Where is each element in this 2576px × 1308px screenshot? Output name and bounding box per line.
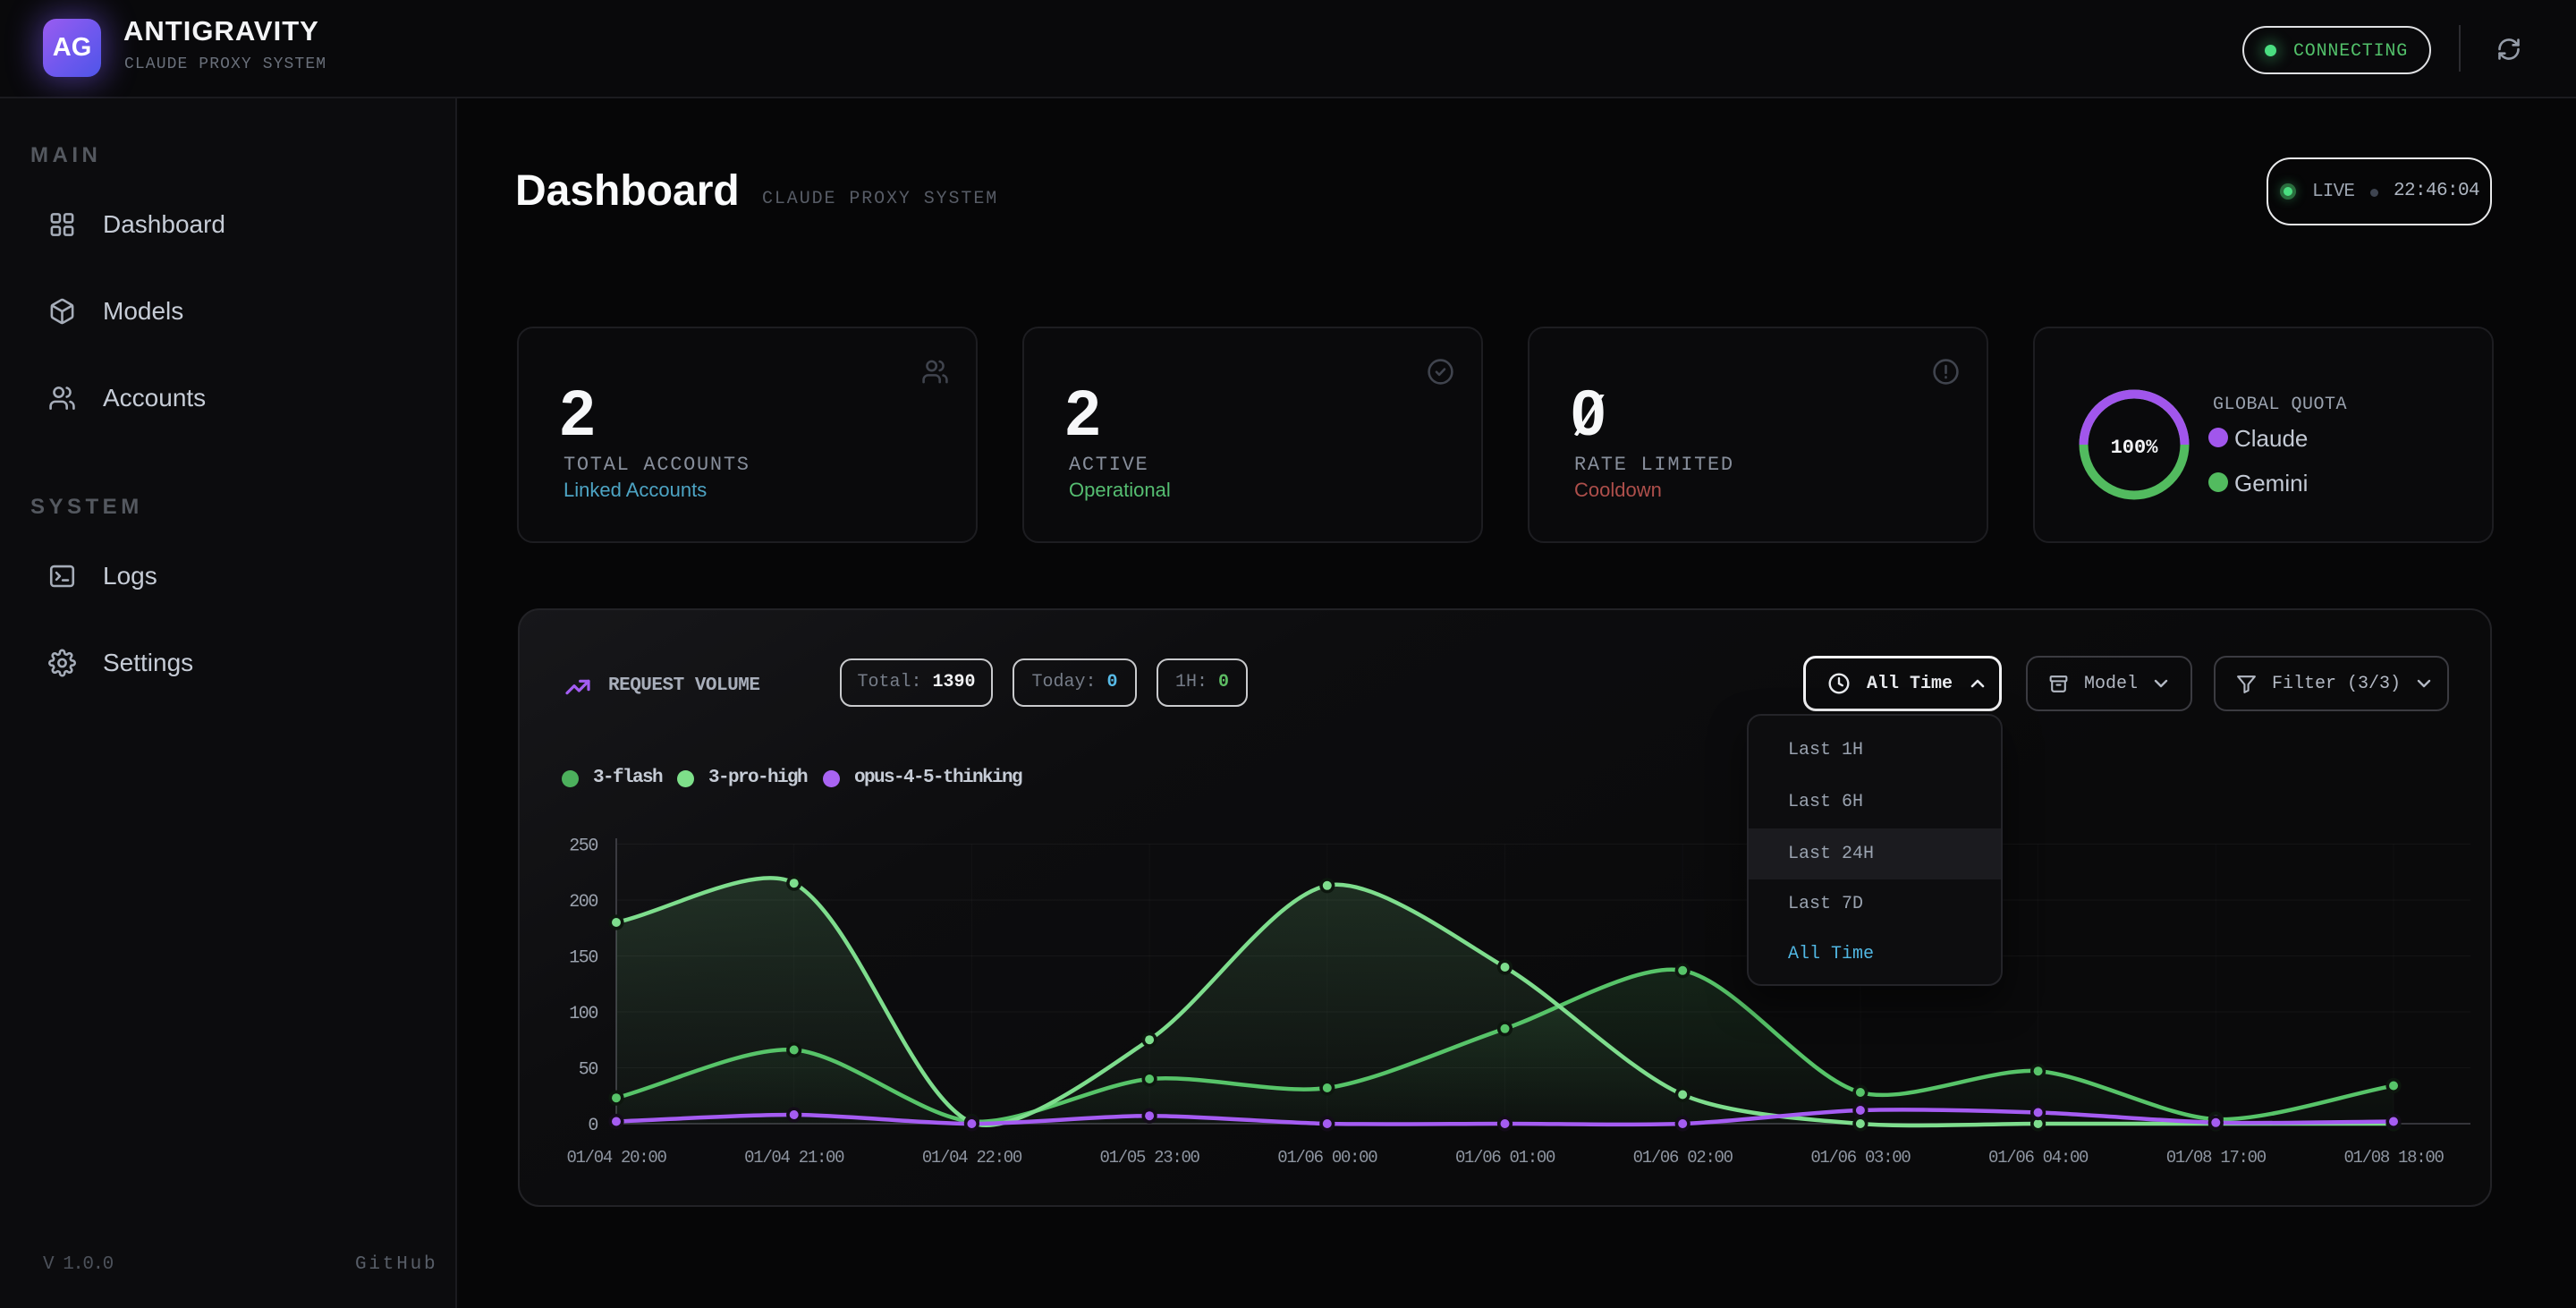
svg-text:01/08 18:00: 01/08 18:00 bbox=[2343, 1148, 2444, 1168]
svg-text:01/04 20:00: 01/04 20:00 bbox=[566, 1148, 666, 1168]
svg-text:0: 0 bbox=[588, 1116, 597, 1136]
svg-text:200: 200 bbox=[569, 892, 597, 913]
svg-text:01/06 01:00: 01/06 01:00 bbox=[1455, 1148, 1555, 1168]
svg-text:01/04 21:00: 01/04 21:00 bbox=[744, 1148, 844, 1168]
svg-text:100%: 100% bbox=[2111, 437, 2159, 459]
svg-text:01/05 23:00: 01/05 23:00 bbox=[1100, 1148, 1200, 1168]
svg-text:01/06 02:00: 01/06 02:00 bbox=[1633, 1148, 1733, 1168]
svg-text:150: 150 bbox=[569, 948, 597, 969]
svg-text:01/06 03:00: 01/06 03:00 bbox=[1810, 1148, 1911, 1168]
svg-text:01/06 04:00: 01/06 04:00 bbox=[1988, 1148, 2089, 1168]
svg-text:01/06 00:00: 01/06 00:00 bbox=[1277, 1148, 1377, 1168]
svg-text:01/08 17:00: 01/08 17:00 bbox=[2166, 1148, 2267, 1168]
svg-text:100: 100 bbox=[569, 1004, 597, 1024]
svg-text:250: 250 bbox=[569, 837, 597, 857]
svg-text:01/04 22:00: 01/04 22:00 bbox=[922, 1148, 1022, 1168]
svg-text:50: 50 bbox=[579, 1060, 598, 1081]
